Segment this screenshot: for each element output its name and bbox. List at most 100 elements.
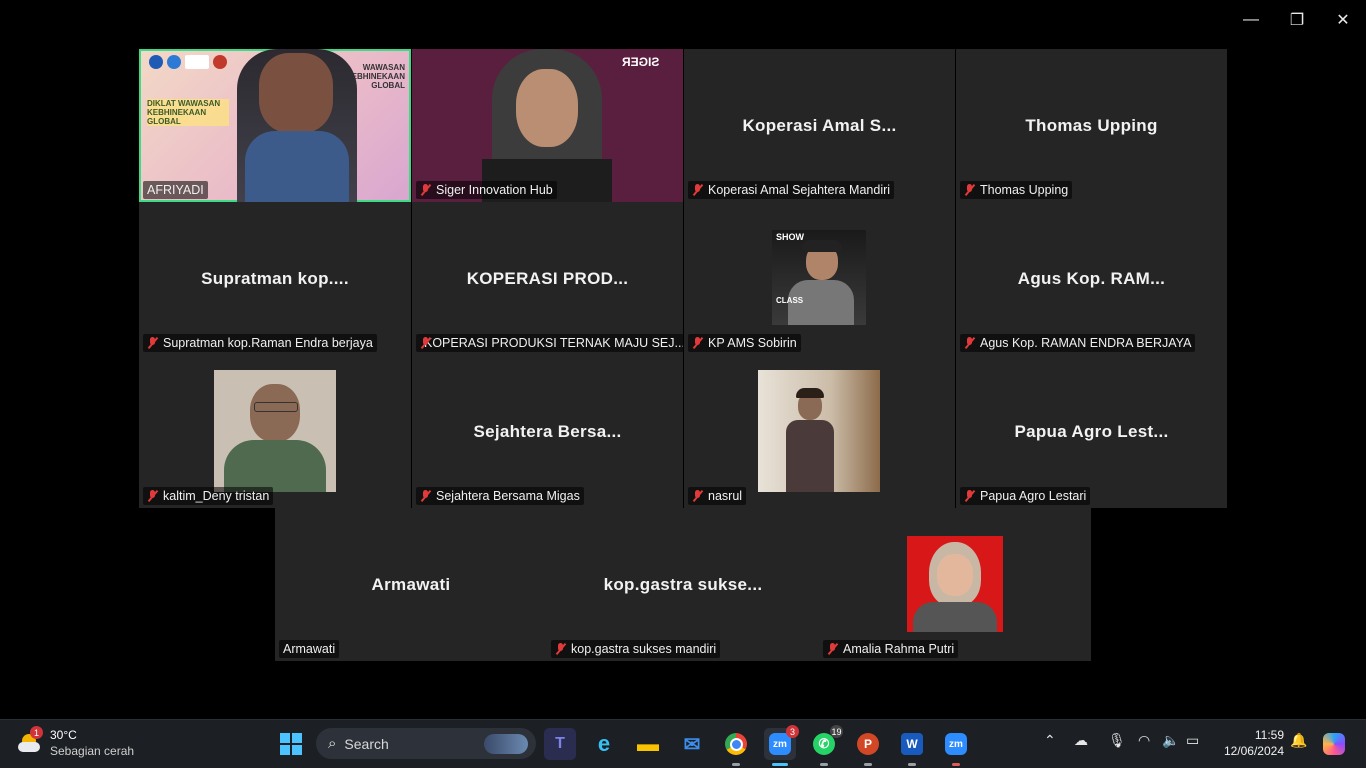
avatar-text-bottom: CLASS (776, 296, 804, 305)
video-tile-kaltim[interactable]: kaltim_Deny tristan (139, 355, 411, 508)
teams-button[interactable]: T (544, 728, 576, 760)
mic-muted-icon (692, 337, 704, 349)
participant-name-label: Supratman kop.Raman Endra berjaya (143, 334, 377, 352)
search-box[interactable]: ⌕ Search (316, 728, 536, 759)
search-icon: ⌕ (328, 735, 337, 752)
participant-avatar (758, 370, 880, 492)
video-tile-gastra[interactable]: kop.gastra sukse... kop.gastra sukses ma… (547, 508, 819, 661)
participant-display-name: Agus Kop. RAM... (1017, 268, 1166, 288)
show-hidden-icons-button[interactable]: ⌃ (1044, 732, 1056, 749)
participant-name-label: Siger Innovation Hub (416, 181, 557, 199)
video-tile-thomas[interactable]: Thomas Upping Thomas Upping (956, 49, 1227, 202)
word-button[interactable]: W (896, 728, 928, 766)
participant-name: Siger Innovation Hub (436, 183, 553, 197)
slide-title: DIKLAT WAWASAN KEBHINEKAAN GLOBAL (147, 99, 229, 126)
cloud-icon: ☁ (1074, 732, 1088, 748)
video-tile-afriyadi[interactable]: WAWASAN KEBHINEKAAN GLOBAL DIKLAT WAWASA… (139, 49, 411, 202)
participant-avatar (907, 536, 1003, 632)
active-indicator (772, 763, 788, 766)
zoom-button[interactable]: zm (940, 728, 972, 766)
file-explorer-button[interactable]: ▬ (632, 728, 664, 760)
clock[interactable]: 11:59 12/06/2024 (1224, 727, 1284, 759)
mic-muted-icon (555, 643, 567, 655)
close-button[interactable]: ✕ (1331, 8, 1355, 32)
running-indicator (820, 763, 828, 766)
microphone-icon: 🎙 (1108, 732, 1126, 748)
participant-name-label: Koperasi Amal Sejahtera Mandiri (688, 181, 895, 199)
powerpoint-icon: P (857, 733, 879, 755)
participant-name: kop.gastra sukses mandiri (571, 642, 717, 656)
zoom-meeting-button[interactable]: zm 3 (764, 725, 799, 766)
start-button[interactable] (275, 728, 307, 760)
notifications-button[interactable]: 🔔 (1290, 732, 1307, 749)
participant-display-name: kop.gastra sukse... (603, 574, 763, 594)
folder-icon: ▬ (637, 731, 659, 756)
windows-icon (280, 733, 302, 755)
brand-logo: SIGER (621, 55, 659, 69)
participant-display-name: Koperasi Amal S... (742, 115, 897, 135)
participant-name: nasrul (708, 489, 743, 503)
edge-button[interactable]: e (588, 728, 620, 760)
mail-button[interactable]: ✉ (676, 728, 708, 760)
word-icon: W (901, 733, 923, 755)
bell-icon: 🔔 (1290, 732, 1308, 748)
participant-name-label: KP AMS Sobirin (688, 334, 801, 352)
video-tile-amalia[interactable]: Amalia Rahma Putri (819, 508, 1091, 661)
weather-temp: 30°C (50, 728, 77, 742)
minimize-button[interactable]: — (1239, 8, 1263, 32)
avatar-text-top: SHOW (776, 232, 804, 242)
mic-muted-icon (420, 490, 432, 502)
participant-name: KP AMS Sobirin (708, 336, 797, 350)
video-tile-koperasi-amal[interactable]: Koperasi Amal S... Koperasi Amal Sejahte… (684, 49, 955, 202)
weather-desc: Sebagian cerah (50, 744, 135, 758)
running-indicator (952, 763, 960, 766)
mic-muted-icon (147, 337, 159, 349)
edge-icon: e (597, 731, 611, 756)
chrome-icon (725, 733, 747, 755)
mic-muted-icon (692, 184, 704, 196)
chrome-button[interactable] (720, 728, 752, 766)
video-tile-nasrul[interactable]: nasrul (684, 355, 955, 508)
weather-widget[interactable]: 1 30°C Sebagian cerah (16, 726, 146, 762)
whatsapp-button[interactable]: ✆ 19 (808, 725, 843, 766)
participant-display-name: KOPERASI PROD... (466, 268, 629, 288)
mic-muted-icon (964, 337, 976, 349)
minimize-icon: — (1243, 11, 1259, 28)
participant-name: Agus Kop. RAMAN ENDRA BERJAYA (980, 336, 1192, 350)
participant-name-label: KOPERASI PRODUKSI TERNAK MAJU SEJ... (416, 334, 683, 352)
clock-time: 11:59 (1254, 728, 1284, 742)
video-tile-koperasi-produksi[interactable]: KOPERASI PROD... KOPERASI PRODUKSI TERNA… (412, 202, 683, 355)
participant-name-label: Sejahtera Bersama Migas (416, 487, 584, 505)
participant-name: Koperasi Amal Sejahtera Mandiri (708, 183, 891, 197)
participant-name: Papua Agro Lestari (980, 489, 1087, 503)
participant-name-label: Agus Kop. RAMAN ENDRA BERJAYA (960, 334, 1196, 352)
video-tile-kp-ams[interactable]: SHOW CLASS KP AMS Sobirin (684, 202, 955, 355)
participant-video: SIGER (412, 49, 683, 202)
participant-name: Armawati (283, 642, 336, 656)
participant-name-label: Armawati (279, 640, 340, 658)
microphone-button[interactable]: 🎙 (1108, 732, 1126, 749)
video-tile-agus[interactable]: Agus Kop. RAM... Agus Kop. RAMAN ENDRA B… (956, 202, 1227, 355)
video-tile-supratman[interactable]: Supratman kop.... Supratman kop.Raman En… (139, 202, 411, 355)
video-tile-armawati[interactable]: Armawati Armawati (275, 508, 547, 661)
mic-muted-icon (420, 184, 432, 196)
powerpoint-button[interactable]: P (852, 728, 884, 766)
wifi-button[interactable]: ◠ (1138, 732, 1150, 749)
copilot-button[interactable] (1318, 728, 1350, 760)
participant-name-label: AFRIYADI (143, 181, 208, 199)
battery-button[interactable]: ▭ (1186, 732, 1199, 749)
participant-name: Supratman kop.Raman Endra berjaya (163, 336, 373, 350)
restore-button[interactable]: ❐ (1285, 8, 1309, 32)
video-tile-sejahtera[interactable]: Sejahtera Bersa... Sejahtera Bersama Mig… (412, 355, 683, 508)
participant-video: WAWASAN KEBHINEKAAN GLOBAL DIKLAT WAWASA… (139, 49, 411, 202)
onedrive-button[interactable]: ☁ (1074, 732, 1088, 749)
mic-muted-icon (964, 184, 976, 196)
volume-button[interactable]: 🔈 (1162, 732, 1179, 749)
video-tile-papua[interactable]: Papua Agro Lest... Papua Agro Lestari (956, 355, 1227, 508)
participant-display-name: Papua Agro Lest... (1014, 421, 1169, 441)
person-silhouette (237, 49, 357, 202)
participant-display-name: Thomas Upping (1025, 115, 1158, 135)
video-tile-siger[interactable]: SIGER Siger Innovation Hub (412, 49, 683, 202)
participant-name: Sejahtera Bersama Migas (436, 489, 580, 503)
notification-badge: 19 (830, 725, 843, 738)
